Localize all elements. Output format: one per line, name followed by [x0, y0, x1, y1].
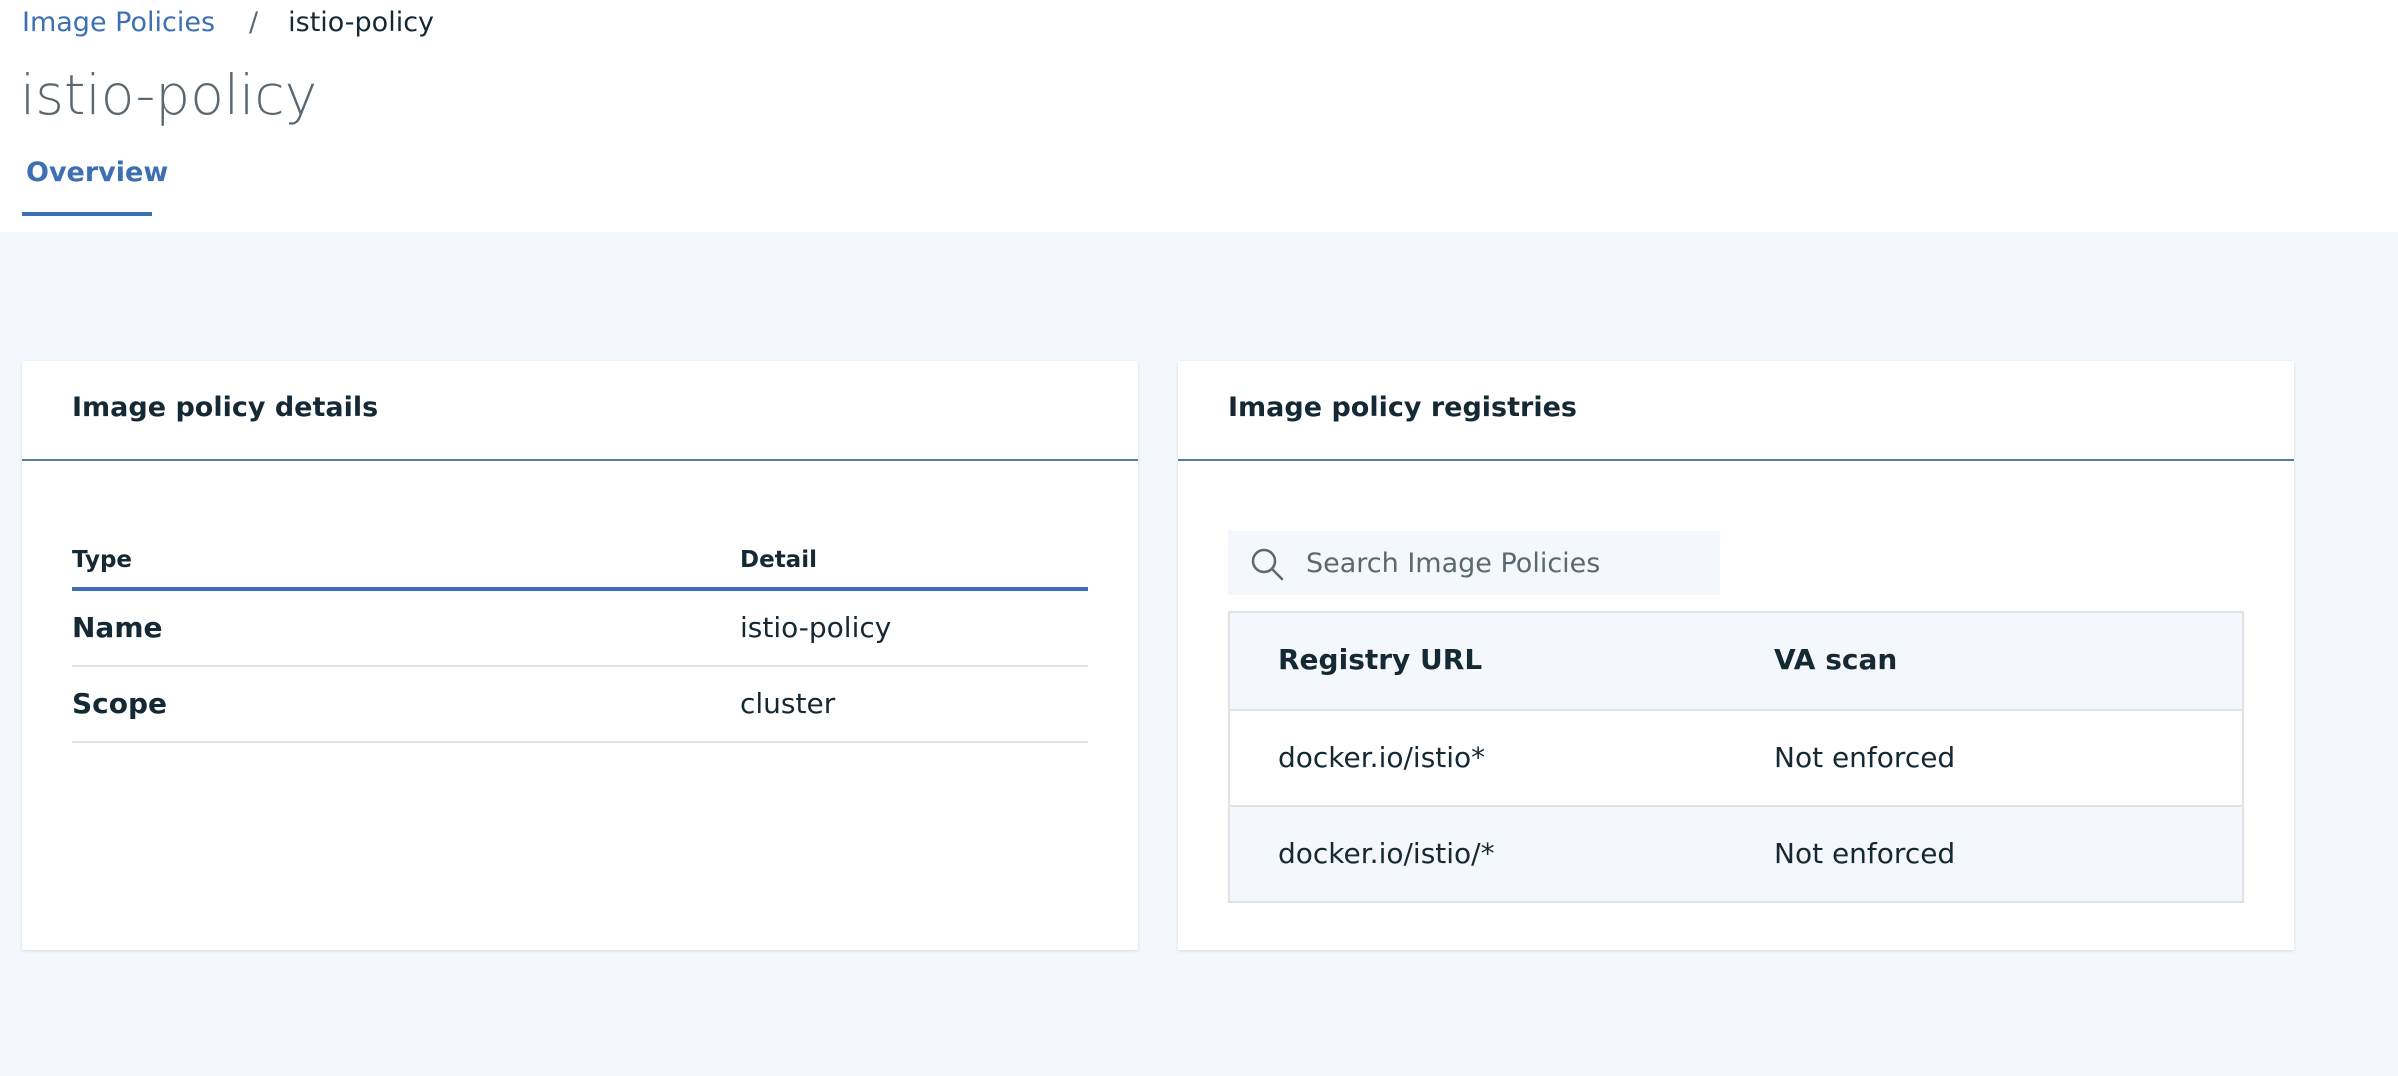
breadcrumb-separator: / [249, 7, 259, 38]
row-type: Name [72, 611, 163, 644]
row-detail: istio-policy [740, 611, 892, 644]
tab-overview-label: Overview [26, 157, 169, 188]
column-header-detail: Detail [740, 547, 817, 573]
table-row[interactable]: docker.io/istio/* Not enforced [1230, 805, 2242, 901]
va-scan-status: Not enforced [1774, 837, 1956, 870]
page-header: Image Policies / istio-policy istio-poli… [0, 0, 2398, 232]
page-title: istio-policy [20, 63, 318, 127]
column-header-type: Type [72, 547, 133, 573]
va-scan-status: Not enforced [1774, 741, 1956, 774]
registries-table-header: Registry URL VA scan [1230, 613, 2242, 709]
breadcrumb: Image Policies / istio-policy [22, 6, 434, 40]
card-header: Image policy registries [1178, 361, 2294, 461]
column-header-registry-url[interactable]: Registry URL [1278, 643, 1482, 677]
breadcrumb-link-image-policies[interactable]: Image Policies [22, 6, 215, 40]
column-header-va-scan[interactable]: VA scan [1774, 643, 1897, 677]
registries-table: Registry URL VA scan docker.io/istio* No… [1228, 611, 2244, 903]
breadcrumb-current: istio-policy [288, 7, 435, 38]
table-row[interactable]: docker.io/istio* Not enforced [1230, 709, 2242, 805]
details-table: Type Detail Name istio-policy Scope clus… [72, 541, 1088, 743]
search-icon [1251, 548, 1284, 581]
search-box[interactable] [1228, 531, 1720, 595]
tab-overview[interactable]: Overview [22, 148, 168, 216]
card-title: Image policy details [72, 392, 379, 423]
details-table-header: Type Detail [72, 541, 1088, 591]
card-title: Image policy registries [1228, 392, 1577, 423]
registry-url: docker.io/istio/* [1278, 837, 1495, 870]
table-row: Name istio-policy [72, 591, 1088, 667]
image-policy-registries-card: Image policy registries Registry URL VA … [1178, 361, 2294, 950]
search-input[interactable] [1306, 531, 1706, 595]
table-row: Scope cluster [72, 667, 1088, 743]
image-policy-details-card: Image policy details Type Detail Name is… [22, 361, 1138, 950]
row-detail: cluster [740, 687, 836, 720]
row-type: Scope [72, 687, 168, 720]
card-header: Image policy details [22, 361, 1138, 461]
registry-url: docker.io/istio* [1278, 741, 1486, 774]
